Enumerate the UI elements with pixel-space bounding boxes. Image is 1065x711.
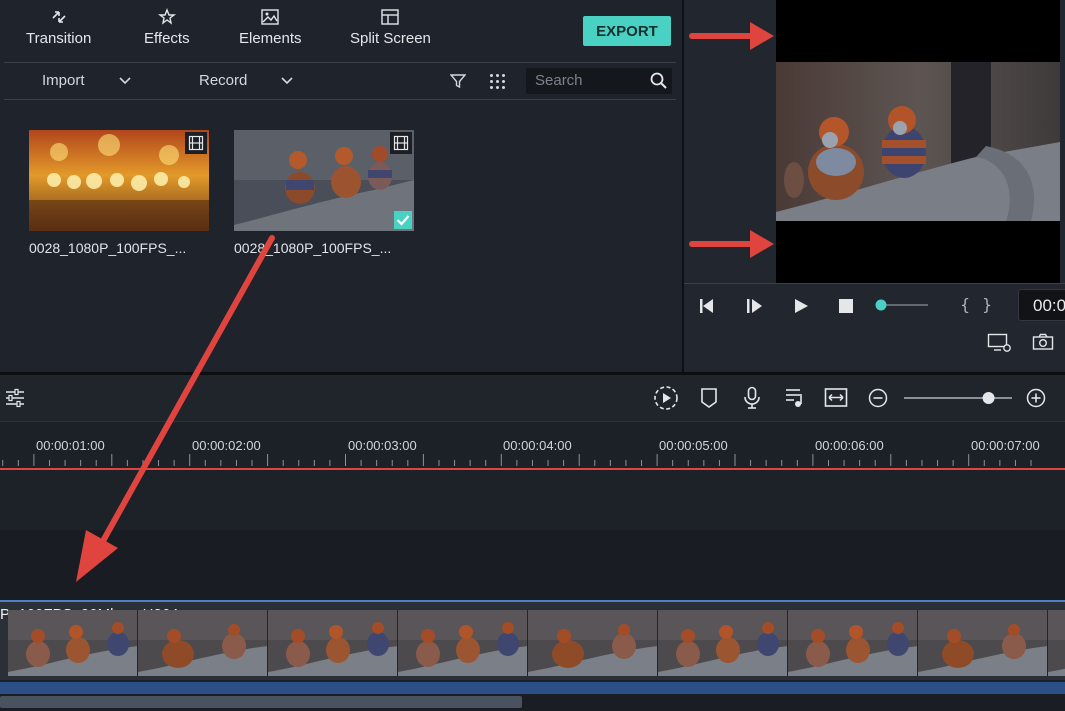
film-icon xyxy=(393,135,409,151)
import-label: Import xyxy=(42,72,85,89)
chevron-down-icon xyxy=(118,76,131,84)
filmstrip-frame xyxy=(8,610,138,676)
video-type-badge xyxy=(185,132,207,154)
zoom-slider-handle[interactable] xyxy=(982,392,995,404)
zoom-slider[interactable] xyxy=(902,389,1014,407)
audio-track-bar[interactable] xyxy=(0,682,1065,694)
effects-icon xyxy=(157,8,176,25)
filmstrip-frame xyxy=(658,610,788,676)
tab-transition-label: Transition xyxy=(26,30,92,47)
media-clip-thumbnail[interactable] xyxy=(29,130,209,231)
library-toolbar-divider xyxy=(4,99,676,100)
filmstrip-frame xyxy=(268,610,398,676)
search-icon[interactable] xyxy=(650,72,668,90)
record-label: Record xyxy=(199,72,248,89)
video-clip-on-timeline[interactable]: P_100FPS_90Mbps_H264 xyxy=(0,600,1065,680)
check-icon xyxy=(396,215,410,226)
play-icon[interactable] xyxy=(792,297,810,315)
ruler-tick-label: 00:00:06:00 xyxy=(815,438,884,453)
timeline-settings-icon[interactable] xyxy=(5,388,25,408)
filmstrip-frame xyxy=(1048,610,1065,676)
timecode-display: 00:0 xyxy=(1018,289,1065,321)
zoom-in-icon[interactable] xyxy=(1026,388,1046,408)
video-type-badge xyxy=(390,132,412,154)
selected-checkmark[interactable] xyxy=(394,211,412,229)
filmstrip-frame xyxy=(918,610,1048,676)
filter-icon[interactable] xyxy=(450,73,466,89)
fit-to-timeline-icon[interactable] xyxy=(824,387,848,409)
export-button[interactable]: EXPORT xyxy=(583,16,671,46)
search-box xyxy=(526,68,672,94)
previous-frame-icon[interactable] xyxy=(698,297,718,315)
tab-elements[interactable]: Elements xyxy=(239,8,302,47)
svg-text:}: } xyxy=(982,295,992,314)
chevron-down-icon xyxy=(281,76,293,84)
preview-controls-divider xyxy=(684,283,1065,284)
grid-view-icon[interactable] xyxy=(489,73,506,90)
ruler-tick-label: 00:00:04:00 xyxy=(503,438,572,453)
record-dropdown[interactable]: Record xyxy=(199,72,293,89)
zoom-out-icon[interactable] xyxy=(868,388,888,408)
search-input[interactable] xyxy=(535,72,645,89)
display-settings-icon[interactable] xyxy=(987,333,1013,353)
filmstrip-frame xyxy=(138,610,268,676)
svg-text:{: { xyxy=(960,295,970,314)
film-icon xyxy=(188,135,204,151)
render-preview-icon[interactable] xyxy=(653,385,679,411)
filmstrip-frame xyxy=(788,610,918,676)
marker-icon[interactable] xyxy=(700,387,718,409)
ruler-tick-label: 00:00:05:00 xyxy=(659,438,728,453)
ruler-tick-label: 00:00:07:00 xyxy=(971,438,1040,453)
clip-thumbnail-image xyxy=(29,130,209,231)
filmstrip-frame xyxy=(528,610,658,676)
mark-in-out-icon[interactable]: { } xyxy=(958,295,994,315)
clip-thumbnail-image xyxy=(234,130,414,231)
elements-icon xyxy=(261,9,279,25)
transition-icon xyxy=(52,11,66,23)
tab-transition[interactable]: Transition xyxy=(26,8,91,47)
timeline-scrollbar-thumb[interactable] xyxy=(0,696,522,708)
playback-progress-slider[interactable] xyxy=(874,298,930,312)
preview-video-frame xyxy=(776,62,1060,221)
preview-image xyxy=(776,62,1060,221)
audio-mixer-icon[interactable] xyxy=(784,387,806,409)
clip-filmstrip xyxy=(8,610,1065,676)
filmstrip-frame xyxy=(398,610,528,676)
split-screen-icon xyxy=(381,9,400,25)
annotation-arrow-bottom xyxy=(689,230,774,258)
snapshot-camera-icon[interactable] xyxy=(1032,333,1054,351)
tab-elements-label: Elements xyxy=(239,30,302,47)
next-frame-icon[interactable] xyxy=(745,297,765,315)
library-divider xyxy=(4,62,676,63)
media-clip-thumbnail-selected[interactable] xyxy=(234,130,414,231)
microphone-icon[interactable] xyxy=(743,386,761,410)
import-dropdown[interactable]: Import xyxy=(42,72,131,89)
stop-icon[interactable] xyxy=(838,298,854,314)
tab-effects-label: Effects xyxy=(144,30,190,47)
annotation-arrow-top xyxy=(689,22,774,50)
tab-split-screen[interactable]: Split Screen xyxy=(350,8,431,47)
ruler-tick-label: 00:00:03:00 xyxy=(348,438,417,453)
annotation-arrow-drag xyxy=(76,235,275,582)
tab-effects[interactable]: Effects xyxy=(144,8,190,47)
tab-split-screen-label: Split Screen xyxy=(350,30,431,47)
